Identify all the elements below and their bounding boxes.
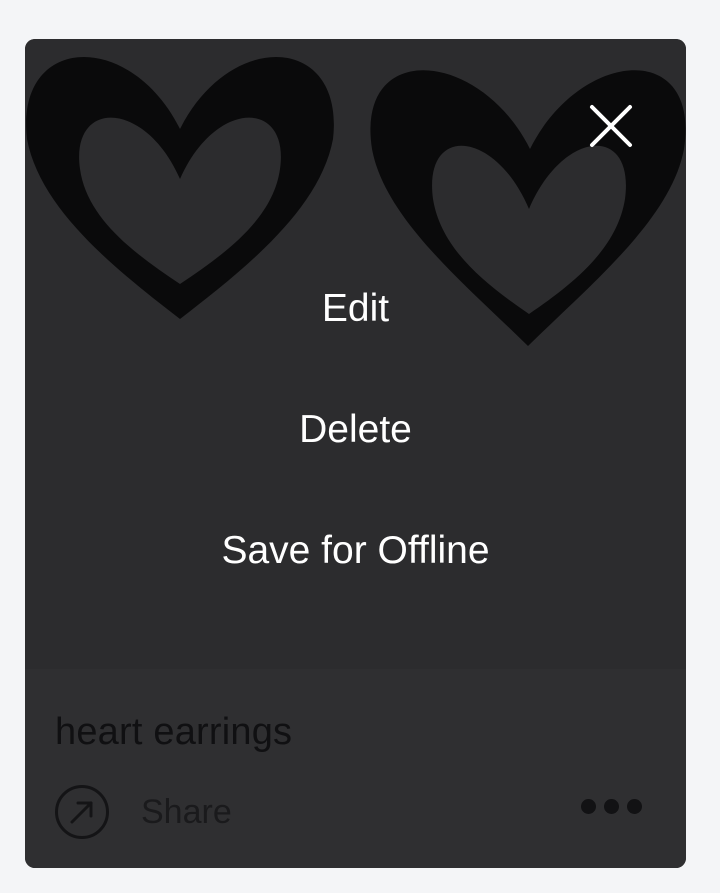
share-label: Share: [141, 792, 232, 831]
card-footer: heart earrings Share: [25, 669, 686, 868]
pin-card: Edit Delete Save for Offline heart earri…: [25, 39, 686, 868]
save-offline-menu-item[interactable]: Save for Offline: [25, 529, 686, 573]
delete-menu-item[interactable]: Delete: [25, 408, 686, 452]
more-options-button[interactable]: [581, 799, 642, 814]
pin-image: Edit Delete Save for Offline: [25, 39, 686, 669]
share-arrow-icon: [70, 801, 93, 824]
share-button[interactable]: Share: [55, 783, 232, 841]
close-button[interactable]: [588, 103, 634, 149]
more-dots-icon: [627, 799, 642, 814]
more-dots-icon: [604, 799, 619, 814]
overlay-menu: Edit Delete Save for Offline: [25, 39, 686, 669]
close-icon: [590, 105, 632, 147]
edit-menu-item[interactable]: Edit: [25, 287, 686, 331]
pin-title: heart earrings: [55, 711, 293, 753]
share-circle: [55, 785, 109, 839]
more-dots-icon: [581, 799, 596, 814]
